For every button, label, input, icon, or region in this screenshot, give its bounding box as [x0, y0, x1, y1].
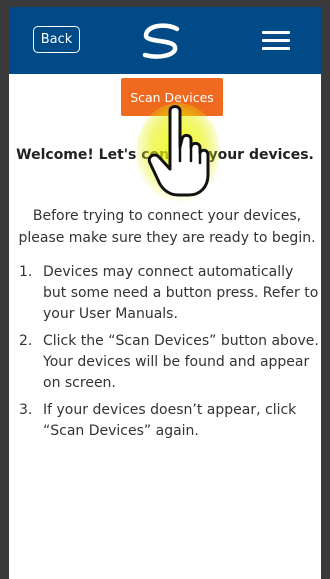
back-button[interactable]: Back	[33, 26, 80, 53]
step-number: 3.	[19, 402, 33, 418]
step-text: Devices may connect automatically but so…	[43, 264, 319, 322]
list-item: 2. Click the “Scan Devices” button above…	[19, 331, 319, 394]
app-frame: Back Scan Devices Welcome! Let's connect…	[0, 0, 330, 579]
list-item: 3. If your devices doesn’t appear, click…	[19, 400, 319, 442]
step-text: If your devices doesn’t appear, click “S…	[43, 402, 297, 439]
intro-text: Before trying to connect your devices, p…	[18, 208, 316, 246]
step-text: Click the “Scan Devices” button above. Y…	[43, 333, 319, 391]
list-item: 1. Devices may connect automatically but…	[19, 262, 319, 325]
hand-pointer-icon	[136, 103, 220, 203]
hamburger-menu-icon[interactable]	[262, 31, 290, 51]
s-swoosh-logo	[142, 23, 180, 59]
step-number: 2.	[19, 333, 33, 349]
instructions-list: 1. Devices may connect automatically but…	[19, 262, 319, 448]
step-number: 1.	[19, 264, 33, 280]
app-header: Back	[9, 7, 321, 74]
